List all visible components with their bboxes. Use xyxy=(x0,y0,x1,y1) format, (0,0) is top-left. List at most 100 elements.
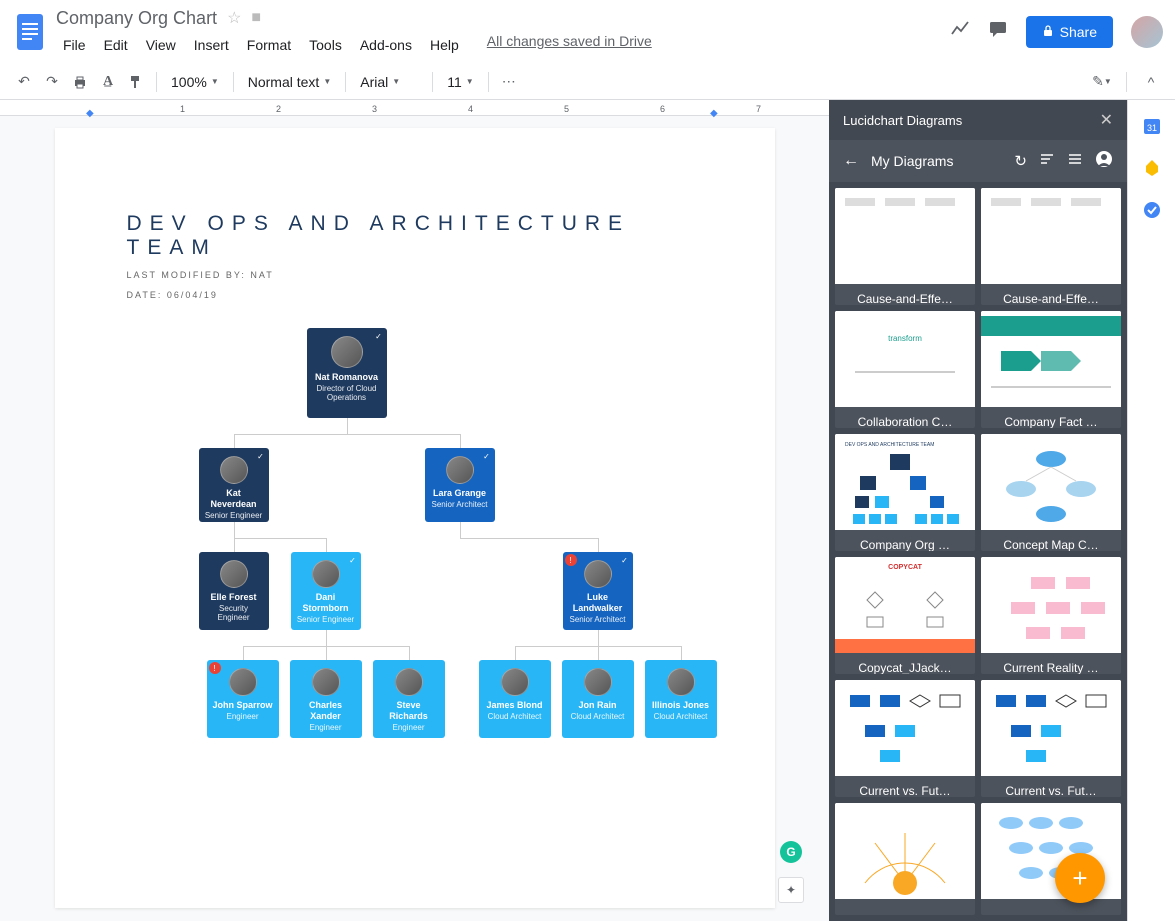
avatar xyxy=(667,668,695,696)
menu-format[interactable]: Format xyxy=(240,33,298,57)
editing-mode-button[interactable]: ✎ ▼ xyxy=(1090,70,1114,94)
spellcheck-button[interactable]: A̲ xyxy=(96,70,120,94)
check-icon: ✓ xyxy=(374,331,384,341)
org-node[interactable]: ✓ Lara Grange Senior Architect xyxy=(425,448,495,522)
docs-logo[interactable] xyxy=(12,8,48,56)
redo-button[interactable]: ↷ xyxy=(40,70,64,94)
lock-icon xyxy=(1042,24,1054,40)
avatar xyxy=(312,560,340,588)
warning-icon: ! xyxy=(565,554,577,566)
diagram-item[interactable]: DEV OPS AND ARCHITECTURE TEAMCompany Org… xyxy=(835,434,975,551)
check-icon: ✓ xyxy=(348,555,358,565)
diagram-item[interactable]: Current Reality … xyxy=(981,557,1121,674)
doc-meta-date[interactable]: DATE: 06/04/19 xyxy=(127,290,703,300)
avatar xyxy=(220,560,248,588)
activity-icon[interactable] xyxy=(950,19,970,45)
menu-edit[interactable]: Edit xyxy=(97,33,135,57)
more-button[interactable]: ⋯ xyxy=(497,70,521,94)
avatar xyxy=(446,456,474,484)
diagram-item[interactable]: Cause-and-Effe… xyxy=(835,188,975,305)
doc-meta-modified[interactable]: LAST MODIFIED BY: NAT xyxy=(127,270,703,280)
zoom-select[interactable]: 100%▼ xyxy=(165,72,225,92)
node-title: Director of Cloud Operations xyxy=(311,384,383,403)
org-chart[interactable]: ✓ Nat Romanova Director of Cloud Operati… xyxy=(127,320,703,760)
menu-tools[interactable]: Tools xyxy=(302,33,349,57)
diagram-item[interactable]: transformCollaboration C… xyxy=(835,311,975,428)
comments-icon[interactable] xyxy=(988,19,1008,45)
org-node[interactable]: ! ✓ Luke Landwalker Senior Architect xyxy=(563,552,633,630)
indent-marker[interactable]: ◆ xyxy=(86,108,94,119)
font-select[interactable]: Arial▼ xyxy=(354,72,424,92)
menu-help[interactable]: Help xyxy=(423,33,466,57)
org-node[interactable]: James Blond Cloud Architect xyxy=(479,660,551,738)
org-node[interactable]: ! John Sparrow Engineer xyxy=(207,660,279,738)
fontsize-select[interactable]: 11▼ xyxy=(441,72,479,92)
user-avatar[interactable] xyxy=(1131,16,1163,48)
avatar xyxy=(229,668,257,696)
org-node[interactable]: Steve Richards Engineer xyxy=(373,660,445,738)
check-icon: ✓ xyxy=(620,555,630,565)
svg-text:31: 31 xyxy=(1146,123,1156,133)
diagram-item[interactable]: COPYCATCopycat_JJack… xyxy=(835,557,975,674)
doc-heading[interactable]: DEV OPS AND ARCHITECTURE TEAM xyxy=(127,212,703,260)
indent-marker-right[interactable]: ◆ xyxy=(710,108,718,119)
share-button[interactable]: Share xyxy=(1026,16,1113,48)
org-node[interactable]: ✓ Dani Stormborn Senior Engineer xyxy=(291,552,361,630)
keep-icon[interactable] xyxy=(1142,158,1162,178)
style-select[interactable]: Normal text▼ xyxy=(242,72,338,92)
grammarly-icon[interactable]: G xyxy=(780,841,802,863)
menu-file[interactable]: File xyxy=(56,33,93,57)
node-name: Nat Romanova xyxy=(311,372,383,383)
calendar-icon[interactable]: 31 xyxy=(1142,116,1162,136)
org-node[interactable]: Charles Xander Engineer xyxy=(290,660,362,738)
org-node[interactable]: Elle Forest Security Engineer xyxy=(199,552,269,630)
avatar xyxy=(312,668,340,696)
tasks-icon[interactable] xyxy=(1142,200,1162,220)
diagram-item[interactable]: Current vs. Fut… xyxy=(835,680,975,797)
print-button[interactable] xyxy=(68,70,92,94)
star-icon[interactable]: ☆ xyxy=(227,8,241,28)
undo-button[interactable]: ↶ xyxy=(12,70,36,94)
refresh-icon[interactable]: ↻ xyxy=(1014,152,1027,170)
list-view-icon[interactable] xyxy=(1067,151,1083,171)
avatar xyxy=(584,668,612,696)
document-page: DEV OPS AND ARCHITECTURE TEAM LAST MODIF… xyxy=(55,128,775,908)
sidebar-title: Lucidchart Diagrams xyxy=(843,113,962,128)
org-node[interactable]: ✓ Kat Neverdean Senior Engineer xyxy=(199,448,269,522)
org-node-director[interactable]: ✓ Nat Romanova Director of Cloud Operati… xyxy=(307,328,387,418)
diagram-item[interactable]: Cause-and-Effe… xyxy=(981,188,1121,305)
svg-text:COPYCAT: COPYCAT xyxy=(888,564,922,571)
menu-view[interactable]: View xyxy=(139,33,183,57)
document-title[interactable]: Company Org Chart xyxy=(56,8,217,29)
paint-format-button[interactable] xyxy=(124,70,148,94)
avatar xyxy=(584,560,612,588)
explore-button[interactable]: ✦ xyxy=(778,877,804,903)
share-label: Share xyxy=(1060,24,1097,40)
sort-icon[interactable] xyxy=(1039,151,1055,171)
add-diagram-button[interactable]: + xyxy=(1055,853,1105,903)
diagram-item[interactable] xyxy=(981,803,1121,915)
account-icon[interactable] xyxy=(1095,150,1113,172)
avatar xyxy=(395,668,423,696)
svg-text:transform: transform xyxy=(888,334,922,343)
hide-menus-button[interactable]: ^ xyxy=(1139,70,1163,94)
diagram-item[interactable]: Concept Map C… xyxy=(981,434,1121,551)
org-node[interactable]: Jon Rain Cloud Architect xyxy=(562,660,634,738)
ruler: ◆ 1 2 3 4 5 6 ◆ 7 xyxy=(0,100,829,116)
save-status[interactable]: All changes saved in Drive xyxy=(487,33,652,57)
sidebar-nav-title: My Diagrams xyxy=(871,153,1002,169)
menu-insert[interactable]: Insert xyxy=(187,33,236,57)
org-node[interactable]: Illinois Jones Cloud Architect xyxy=(645,660,717,738)
back-icon[interactable]: ← xyxy=(843,152,859,170)
diagram-item[interactable]: Company Fact … xyxy=(981,311,1121,428)
close-icon[interactable]: ✕ xyxy=(1100,110,1113,130)
folder-icon[interactable]: ■ xyxy=(251,9,261,27)
diagram-item[interactable] xyxy=(835,803,975,915)
avatar xyxy=(331,336,363,368)
avatar xyxy=(501,668,529,696)
diagram-item[interactable]: Current vs. Fut… xyxy=(981,680,1121,797)
svg-text:DEV OPS AND ARCHITECTURE TEAM: DEV OPS AND ARCHITECTURE TEAM xyxy=(845,442,934,448)
lucidchart-sidebar: Lucidchart Diagrams ✕ ← My Diagrams ↻ Ca… xyxy=(829,100,1127,921)
menu-addons[interactable]: Add-ons xyxy=(353,33,419,57)
check-icon: ✓ xyxy=(256,451,266,461)
